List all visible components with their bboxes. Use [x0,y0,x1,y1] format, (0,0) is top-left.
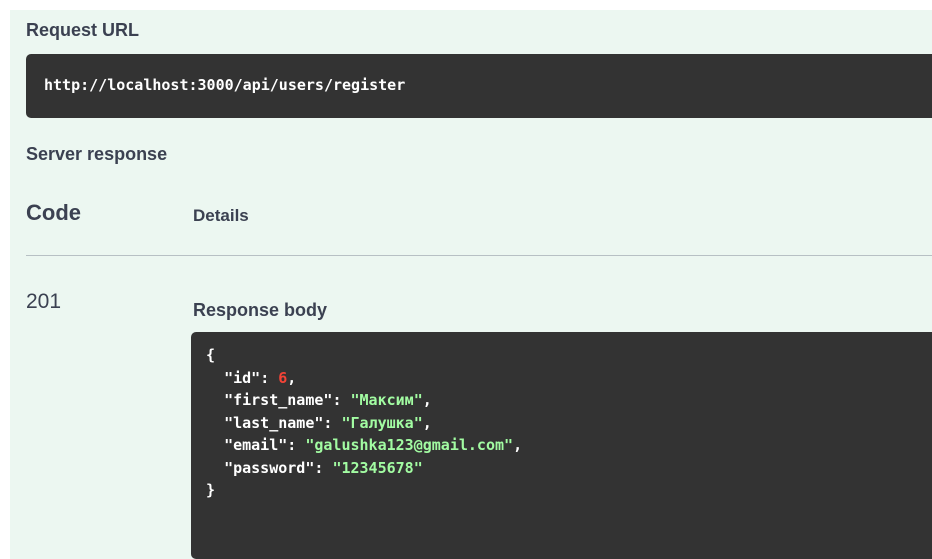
json-separator: : [287,436,306,454]
json-comma: , [287,368,297,387]
request-url-text[interactable]: http://localhost:3000/api/users/register [44,76,405,94]
json-string-value: "Максим" [350,391,423,409]
json-brace: { [206,346,216,364]
json-separator: : [332,391,351,409]
request-url-box[interactable]: http://localhost:3000/api/users/register [26,54,932,118]
json-line: "last_name": "Галушка", [206,412,522,435]
response-body-json[interactable]: { "id": 6, "first_name": "Максим", "last… [206,344,522,502]
json-string-value: "Галушка" [341,413,423,432]
json-line: "password": "12345678" [206,457,522,480]
response-status-code: 201 [26,290,62,313]
request-url-label: Request URL [26,20,140,40]
json-key: "password" [224,458,315,477]
json-string-value: "galushka123@gmail.com" [305,436,514,454]
json-line: "first_name": "Максим", [206,389,522,412]
server-response-heading: Server response [26,144,168,164]
responses-panel: Request URL http://localhost:3000/api/us… [10,10,932,559]
table-divider [26,255,932,256]
json-key: "last_name" [224,413,324,432]
json-comma: , [422,391,432,409]
json-line: "email": "galushka123@gmail.com", [206,434,522,457]
column-header-details: Details [193,206,249,225]
swagger-response-page: Request URL http://localhost:3000/api/us… [0,0,932,559]
json-line: } [206,479,522,502]
json-number-value: 6 [278,368,288,387]
json-key: "id" [224,368,261,387]
json-brace: } [206,481,216,499]
json-separator: : [323,413,342,432]
json-line: "id": 6, [206,367,522,390]
json-separator: : [314,458,333,477]
json-line: { [206,344,522,367]
column-header-code: Code [26,200,81,225]
json-string-value: "12345678" [332,458,423,477]
json-key: "email" [224,436,288,454]
response-body-label: Response body [193,300,328,320]
response-body-code-block[interactable]: { "id": 6, "first_name": "Максим", "last… [191,332,932,559]
json-separator: : [260,368,279,387]
json-comma: , [422,413,432,432]
json-key: "first_name" [224,391,333,409]
json-comma: , [513,436,523,454]
